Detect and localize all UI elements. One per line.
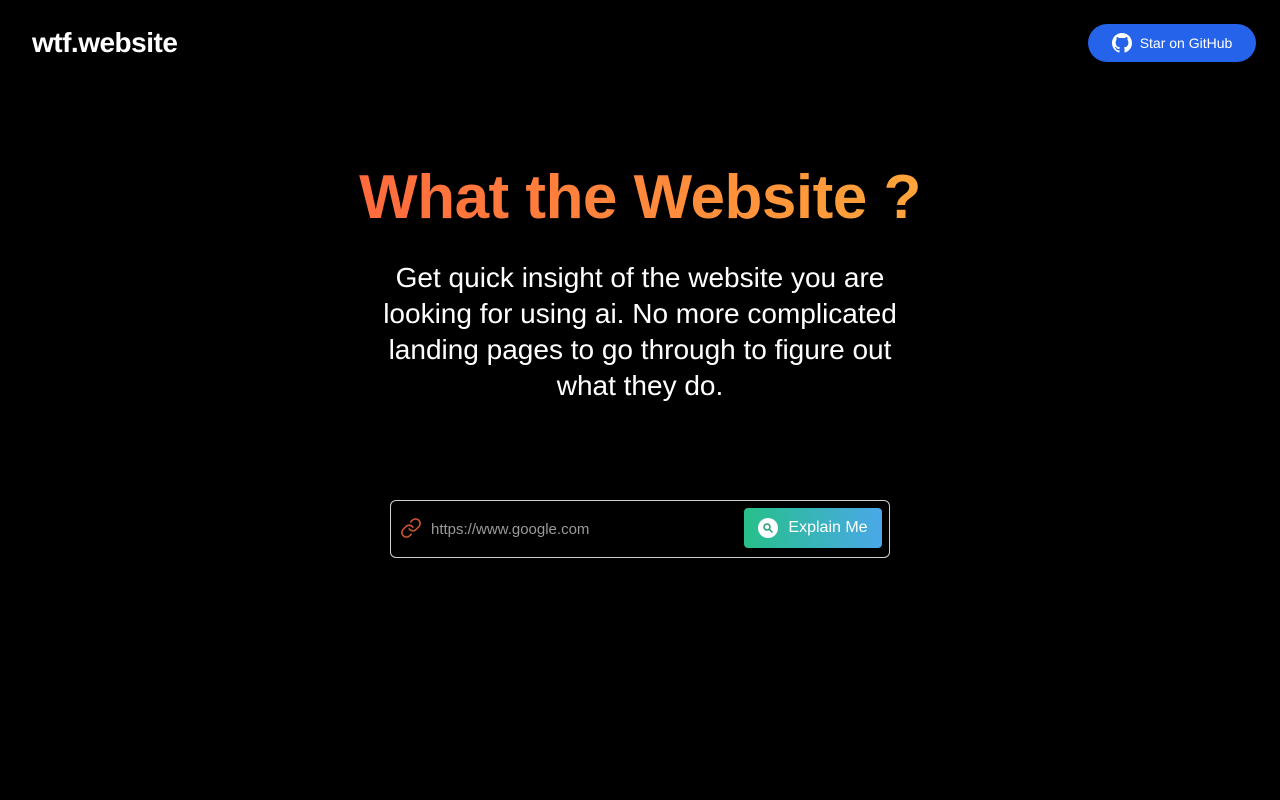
github-icon — [1111, 33, 1132, 53]
star-on-github-button[interactable]: Star on GitHub — [1088, 24, 1256, 62]
hero-title: What the Website ? — [0, 160, 1280, 236]
explain-me-button[interactable]: Explain Me — [744, 508, 882, 548]
github-button-label: Star on GitHub — [1139, 35, 1233, 51]
explain-button-label: Explain Me — [788, 519, 868, 536]
hero-subtitle: Get quick insight of the website you are… — [383, 262, 897, 401]
url-search-form: Explain Me — [390, 500, 890, 558]
site-logo[interactable]: wtf.website — [32, 25, 178, 61]
hero-title-text: What the Website ? — [359, 163, 921, 232]
search-icon — [758, 518, 779, 538]
link-icon — [400, 517, 422, 539]
url-input[interactable] — [431, 513, 731, 545]
page: wtf.website Star on GitHub What the Webs… — [0, 0, 1280, 800]
